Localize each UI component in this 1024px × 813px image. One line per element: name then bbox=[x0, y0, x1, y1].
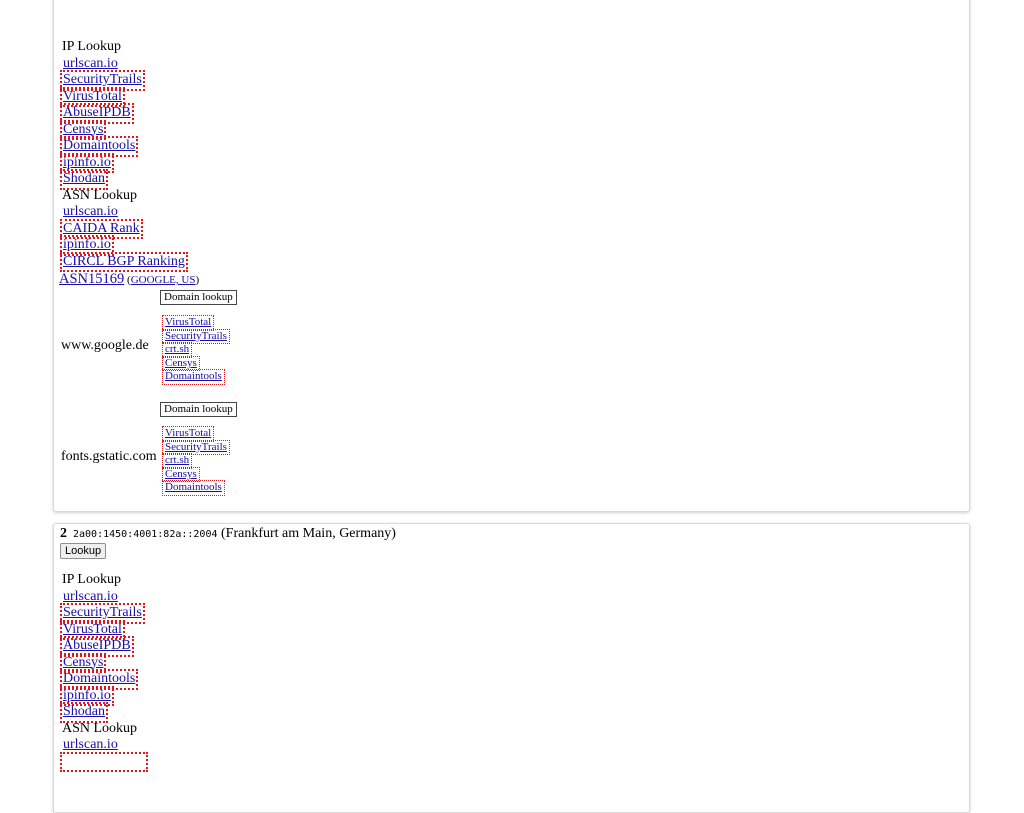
asn-link-ipinfo[interactable]: ipinfo.io bbox=[60, 235, 114, 256]
ip-lookup-list: IP Lookup urlscan.io SecurityTrails Viru… bbox=[59, 572, 262, 772]
domain-lookup-button[interactable]: Domain lookup bbox=[160, 402, 237, 417]
ip-link-shodan[interactable]: Shodan bbox=[60, 702, 108, 723]
ip-link-virustotal[interactable]: VirusTotal bbox=[60, 619, 125, 640]
asn-lookup-header: ASN Lookup bbox=[62, 187, 138, 203]
ip-lookup-list: IP Lookup urlscan.io SecurityTrails Viru… bbox=[59, 39, 262, 272]
ip-link-ipinfo[interactable]: ipinfo.io bbox=[60, 685, 114, 706]
ip-link-domaintools[interactable]: Domaintools bbox=[59, 669, 139, 690]
asn-link-caida[interactable]: CAIDA Rank bbox=[60, 218, 143, 239]
ip-link-securitytrails[interactable]: SecurityTrails bbox=[60, 70, 145, 91]
asn-link-caida[interactable] bbox=[60, 751, 148, 772]
domain-lookup-button[interactable]: Domain lookup bbox=[160, 290, 237, 305]
domain-link-crtsh[interactable]: crt.sh bbox=[161, 342, 193, 358]
domain-link-domaintools[interactable]: Domaintools bbox=[162, 369, 225, 385]
ip-link-abuseipdb[interactable]: AbuseIPDB bbox=[60, 636, 134, 657]
asn-lookup-header: ASN Lookup bbox=[62, 720, 138, 736]
result-card-1: IP Lookup urlscan.io SecurityTrails Viru… bbox=[53, 0, 970, 512]
asn-org-link[interactable]: GOOGLE, US bbox=[131, 274, 196, 286]
ip-link-abuseipdb[interactable]: AbuseIPDB bbox=[60, 103, 134, 124]
ip-lookup-header: IP Lookup bbox=[62, 572, 121, 587]
lookup-button[interactable]: Lookup bbox=[60, 543, 107, 559]
domain-link-virustotal[interactable]: VirusTotal bbox=[161, 426, 215, 442]
ip-link-ipinfo[interactable]: ipinfo.io bbox=[60, 152, 114, 173]
ip-link-censys[interactable]: Censys bbox=[59, 119, 107, 140]
ip-link-virustotal[interactable]: VirusTotal bbox=[60, 86, 125, 107]
domain-link-securitytrails[interactable]: SecurityTrails bbox=[162, 328, 230, 345]
domain-lookup-links: VirusTotal SecurityTrails crt.sh Censys … bbox=[161, 315, 230, 385]
result-index: 2 bbox=[60, 526, 67, 541]
domain-lookup-links: VirusTotal SecurityTrails crt.sh Censys … bbox=[161, 426, 230, 496]
domain-name: fonts.gstatic.com bbox=[61, 449, 157, 464]
domain-link-virustotal[interactable]: VirusTotal bbox=[161, 315, 215, 331]
domain-link-censys[interactable]: Censys bbox=[162, 355, 200, 372]
domain-name: www.google.de bbox=[61, 338, 149, 353]
ip-address: 2a00:1450:4001:82a::2004 bbox=[73, 529, 218, 540]
result-header: 2 2a00:1450:4001:82a::2004 (Frankfurt am … bbox=[60, 526, 396, 542]
asn-link-circl[interactable]: CIRCL BGP Ranking bbox=[60, 251, 188, 272]
result-card-2: 2 2a00:1450:4001:82a::2004 (Frankfurt am … bbox=[53, 523, 970, 813]
domain-link-domaintools[interactable]: Domaintools bbox=[162, 480, 225, 496]
ip-link-domaintools[interactable]: Domaintools bbox=[59, 136, 139, 157]
domain-link-censys[interactable]: Censys bbox=[162, 466, 200, 483]
domain-link-crtsh[interactable]: crt.sh bbox=[161, 453, 193, 469]
ip-location: (Frankfurt am Main, Germany) bbox=[217, 526, 396, 541]
ip-link-urlscan[interactable]: urlscan.io bbox=[62, 589, 119, 606]
asn-link-urlscan[interactable]: urlscan.io bbox=[62, 737, 119, 754]
ip-lookup-header: IP Lookup bbox=[62, 39, 121, 54]
domain-link-securitytrails[interactable]: SecurityTrails bbox=[162, 439, 230, 456]
asn-info: ASN15169 (GOOGLE, US) bbox=[59, 271, 200, 287]
ip-link-shodan[interactable]: Shodan bbox=[60, 169, 108, 190]
ip-link-censys[interactable]: Censys bbox=[59, 652, 107, 673]
asn-number-link[interactable]: ASN15169 bbox=[59, 271, 124, 287]
ip-link-securitytrails[interactable]: SecurityTrails bbox=[60, 603, 145, 624]
ip-link-urlscan[interactable]: urlscan.io bbox=[62, 56, 119, 73]
asn-link-urlscan[interactable]: urlscan.io bbox=[62, 204, 119, 221]
